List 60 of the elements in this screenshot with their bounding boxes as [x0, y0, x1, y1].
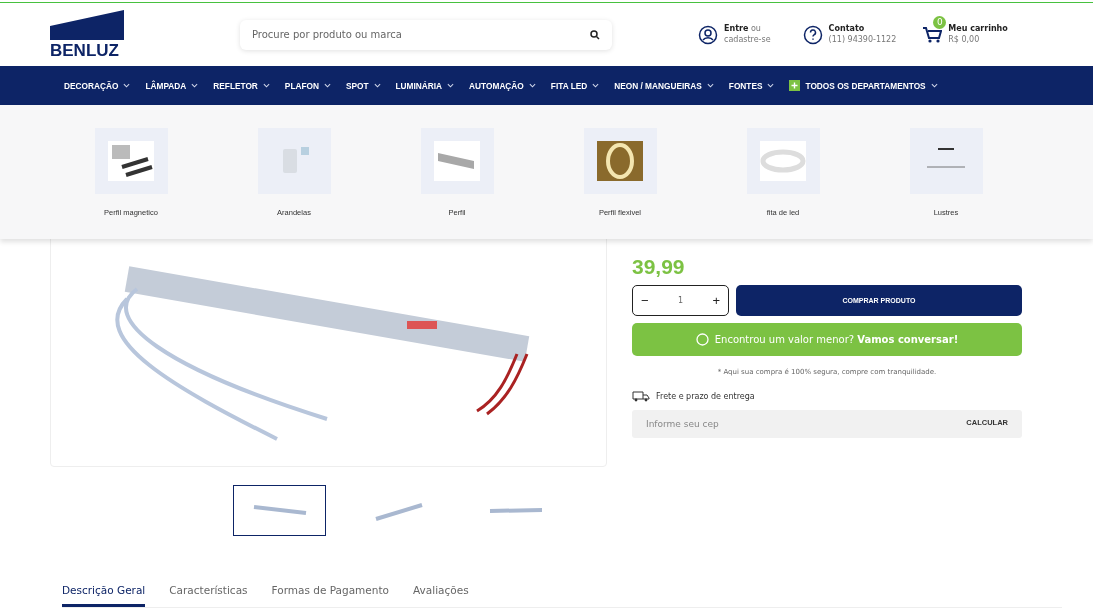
nav-menu-item[interactable]: NEON / MANGUEIRAS [614, 80, 714, 91]
chevron-icon [262, 83, 270, 88]
chevron-icon [373, 83, 381, 88]
category-tile[interactable] [909, 128, 983, 194]
chevron-icon [706, 83, 714, 88]
quantity-value: 1 [677, 296, 684, 305]
search-field[interactable]: Procure por produto ou marca [240, 19, 612, 50]
nav-menu-item[interactable]: DECORAÇÃO [64, 80, 131, 91]
nav-menu-item[interactable]: LUMINÁRIA [395, 80, 455, 91]
nav-menu-item[interactable]: FITA LED [550, 80, 600, 91]
nav-menu-item[interactable]: PLAFON [284, 80, 331, 91]
chevron-icon [767, 83, 775, 88]
logo-icon [50, 10, 124, 40]
plus-icon [789, 80, 801, 91]
increase-button[interactable]: + [710, 293, 722, 308]
chevron-icon [123, 83, 131, 88]
category-tile[interactable] [257, 128, 331, 194]
search-icon [590, 29, 600, 40]
chevron-icon [323, 83, 331, 88]
chevron-icon [930, 83, 938, 88]
cart-total: R$ 0,00 [948, 34, 981, 45]
category-tile[interactable] [94, 128, 168, 194]
quantity-stepper[interactable]: − 1 + [632, 285, 729, 316]
tab[interactable]: Características [169, 584, 248, 607]
tab[interactable]: Descrição Geral [62, 584, 146, 607]
category-photo [434, 141, 480, 181]
category-tile[interactable] [420, 128, 494, 194]
cart-icon[interactable] [922, 25, 943, 44]
nav-menu-item[interactable]: TODOS OS DEPARTAMENTOS [789, 80, 938, 91]
category-tile[interactable] [746, 128, 820, 194]
login-link[interactable]: Entre ou [724, 24, 771, 35]
user-icon[interactable] [698, 24, 718, 45]
chevron-icon [191, 83, 199, 88]
nav-menu-item[interactable]: REFLETOR [213, 80, 270, 91]
category-photo [760, 141, 806, 181]
signup-link[interactable]: cadastre-se [724, 34, 771, 45]
cart-count: 0 [933, 16, 947, 30]
thumbnail[interactable] [233, 485, 326, 536]
product-price: 39,99 [632, 255, 686, 279]
category-photo [597, 141, 643, 181]
nav-menu-item[interactable]: SPOT [345, 80, 381, 91]
tab[interactable]: Avaliações [413, 584, 469, 607]
chevron-icon [447, 83, 455, 88]
help-icon[interactable] [802, 24, 823, 45]
nav-menu-item[interactable]: AUTOMAÇÃO [469, 80, 536, 91]
category-tile[interactable] [583, 128, 657, 194]
contact-phone: (11) 94390-1122 [828, 34, 897, 45]
tab[interactable]: Formas de Pagamento [271, 584, 389, 607]
chevron-icon [592, 83, 600, 88]
chat-icon [695, 333, 709, 346]
decrease-button[interactable]: − [639, 293, 651, 308]
nav-menu-item[interactable]: LÂMPADA [145, 80, 199, 91]
logo-text: BENLUZ [50, 42, 119, 59]
truck-icon [632, 390, 650, 402]
contact-title[interactable]: Contato [828, 24, 865, 34]
nav-menu-item[interactable]: FONTES [728, 80, 775, 91]
chevron-icon [528, 83, 536, 88]
cart-title[interactable]: Meu carrinho [948, 24, 1008, 34]
category-photo [108, 141, 154, 181]
shipping-title: Frete e prazo de entrega [656, 391, 755, 401]
